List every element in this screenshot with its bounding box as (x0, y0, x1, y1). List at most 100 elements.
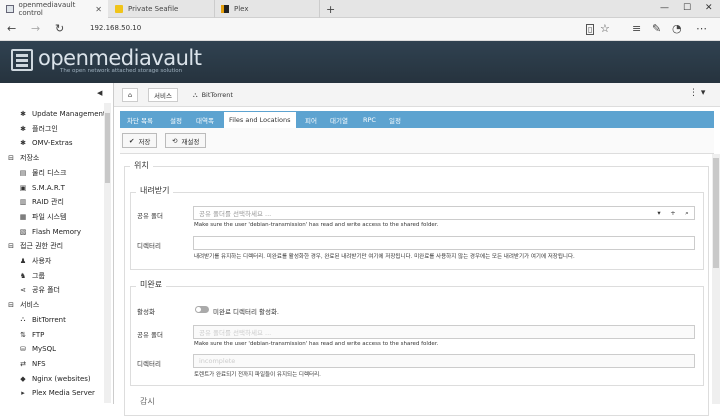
sidebar-item-label: Flash Memory (32, 227, 82, 236)
plex-icon: ▸ (21, 389, 25, 398)
download-directory-input[interactable] (193, 236, 695, 250)
reset-button[interactable]: ⟲ 재설정 (165, 133, 207, 148)
puzzle-icon: ✱ (20, 139, 26, 148)
sidebar-item-label: 플러그인 (32, 124, 58, 133)
hub-icon[interactable]: ≡ (632, 22, 641, 35)
sidebar-item-label: Plex Media Server (32, 389, 95, 398)
disk-icon: ▤ (19, 168, 27, 177)
new-tab-button[interactable]: + (319, 0, 341, 18)
more-icon[interactable]: ⋯ (696, 22, 707, 35)
puzzle-icon: ✱ (20, 110, 26, 118)
tab-settings[interactable]: 설정 (165, 111, 187, 128)
chevron-down-icon[interactable]: ▾ (652, 209, 666, 217)
home-icon[interactable]: ⌂ (122, 88, 138, 102)
sidebar-item-label: MySQL (32, 345, 57, 354)
sidebar-item-label: 사용자 (32, 257, 52, 265)
url-field[interactable]: 192.168.50.10 (90, 24, 141, 32)
address-bar: ← → ↻ 192.168.50.10 ▯ ☆ ≡ ✎ ◔ ⋯ (0, 18, 720, 41)
nginx-icon: ◆ (20, 374, 26, 383)
incomplete-shared-folder-label: 공유 폴더 (137, 331, 163, 339)
sidebar-item[interactable]: ⊟ 저장소 (6, 151, 110, 165)
add-icon[interactable]: + (666, 209, 680, 217)
sidebar: ◀ ✱ Update Management ✱ 플러그인 ✱ OMV-Extras ⊟ 저장소… (0, 83, 114, 404)
sidebar-item-label: BitTorrent (32, 315, 66, 324)
menu-kebab-icon[interactable]: ⋮ ▾ (689, 88, 705, 98)
browser-tab-omv[interactable]: openmediavault control ✕ (0, 0, 108, 18)
download-directory-hint: 내려받기를 유지하는 디렉터리. 미완료를 활성화한 경우, 완료된 내려받기만… (194, 254, 575, 260)
browser-tab-label: openmediavault control (18, 1, 76, 17)
breadcrumb-service[interactable]: 서비스 (148, 88, 178, 102)
incomplete-directory-label: 디렉터리 (137, 360, 161, 368)
reset-icon: ⟲ (172, 136, 178, 145)
incomplete-directory-placeholder: incomplete (199, 357, 236, 365)
sidebar-item-label: 접근 권한 관리 (20, 242, 64, 251)
browser-tab-label: Private Seafile (128, 5, 179, 13)
puzzle-icon: ✱ (20, 124, 26, 133)
sidebar-item-label: S.M.A.R.T (32, 183, 65, 192)
filesystem-icon: ▦ (19, 212, 27, 221)
tab-peers[interactable]: 피어 (300, 111, 322, 128)
forward-arrow-icon[interactable]: → (31, 22, 40, 35)
tab-bandwidth[interactable]: 대역폭 (191, 111, 219, 128)
minus-box-icon: ⊟ (8, 301, 14, 310)
download-shared-folder-label: 공유 폴더 (137, 212, 163, 220)
toolbar: ✔ 저장 ⟲ 재설정 (120, 128, 714, 154)
plex-icon (221, 5, 229, 13)
browser-tab-seafile[interactable]: Private Seafile (109, 0, 213, 18)
tab-rpc[interactable]: RPC (358, 111, 381, 128)
breadcrumb-current-label: BitTorrent (201, 91, 233, 99)
save-button[interactable]: ✔ 저장 (122, 133, 158, 148)
minus-box-icon: ⊟ (8, 154, 14, 163)
sidebar-item-label: 물리 디스크 (32, 168, 67, 177)
tab-blocklist[interactable]: 차단 목록 (122, 111, 158, 128)
incomplete-enable-toggle[interactable] (195, 306, 209, 313)
web-note-icon[interactable]: ✎ (652, 22, 661, 35)
raid-icon: ▥ (19, 198, 27, 207)
sidebar-item-label: 서비스 (20, 301, 40, 310)
sidebar-item-label: FTP (32, 330, 45, 339)
incomplete-legend: 미완료 (136, 279, 167, 290)
tab-bar: 차단 목록 설정 대역폭 Files and Locations 피어 대기열 … (120, 111, 714, 128)
tab-schedule[interactable]: 일정 (384, 111, 406, 128)
sidebar-scroll-thumb[interactable] (105, 113, 110, 183)
browser-tab-label: Plex (234, 5, 249, 13)
browser-tab-plex[interactable]: Plex (214, 0, 318, 18)
close-tab-icon[interactable]: ✕ (95, 5, 102, 14)
incomplete-shared-folder-hint: Make sure the user 'debian-transmission'… (194, 341, 439, 347)
favorite-star-icon[interactable]: ☆ (600, 22, 610, 35)
back-arrow-icon[interactable]: ← (7, 22, 16, 35)
content-scroll-thumb[interactable] (713, 158, 719, 268)
download-shared-folder-select[interactable]: 공유 폴더를 선택하세요 ... ▾ + ⌕ (193, 206, 695, 220)
flash-icon: ▧ (19, 227, 27, 236)
close-window-icon[interactable]: ✕ (705, 3, 713, 13)
omv-favicon-icon (6, 5, 14, 13)
sidebar-item-label: NFS (32, 359, 46, 368)
collapse-sidebar-icon[interactable]: ◀ (97, 89, 102, 97)
maximize-icon[interactable]: ☐ (683, 3, 691, 13)
search-icon[interactable]: ⌕ (680, 209, 694, 218)
incomplete-directory-input[interactable]: incomplete (193, 354, 695, 368)
minimize-icon[interactable]: — (660, 3, 669, 13)
sidebar-item-label: OMV-Extras (32, 139, 73, 148)
incomplete-shared-folder-placeholder: 공유 폴더를 선택하세요 ... (199, 329, 272, 337)
incomplete-shared-folder-select[interactable]: 공유 폴더를 선택하세요 ... (193, 325, 695, 339)
folder-icon (115, 5, 123, 13)
breadcrumb: ⌂ 서비스 ⛬ BitTorrent ⋮ ▾ (114, 83, 720, 107)
share-icon[interactable]: ◔ (672, 22, 682, 35)
reading-view-icon[interactable]: ▯ (586, 24, 595, 35)
user-icon: ♟ (19, 257, 27, 265)
watch-legend: 감시 (136, 396, 159, 407)
tab-files-and-locations[interactable]: Files and Locations (224, 112, 296, 128)
sidebar-item[interactable]: ⊟ 서비스 (6, 298, 110, 312)
download-directory-label: 디렉터리 (137, 242, 161, 250)
sidebar-item[interactable]: ⊟ 접근 권한 관리 (6, 239, 110, 253)
bittorrent-icon: ⛬ (20, 315, 26, 324)
tab-queue[interactable]: 대기열 (325, 111, 353, 128)
download-shared-folder-hint: Make sure the user 'debian-transmission'… (194, 222, 439, 228)
sidebar-item-label: Update Management (32, 110, 106, 118)
breadcrumb-current: ⛬ BitTorrent (188, 88, 238, 102)
app-header: openmediavault The open network attached… (0, 41, 720, 83)
refresh-icon[interactable]: ↻ (55, 22, 64, 35)
save-label: 저장 (138, 137, 151, 146)
download-shared-folder-placeholder: 공유 폴더를 선택하세요 ... (199, 210, 272, 218)
